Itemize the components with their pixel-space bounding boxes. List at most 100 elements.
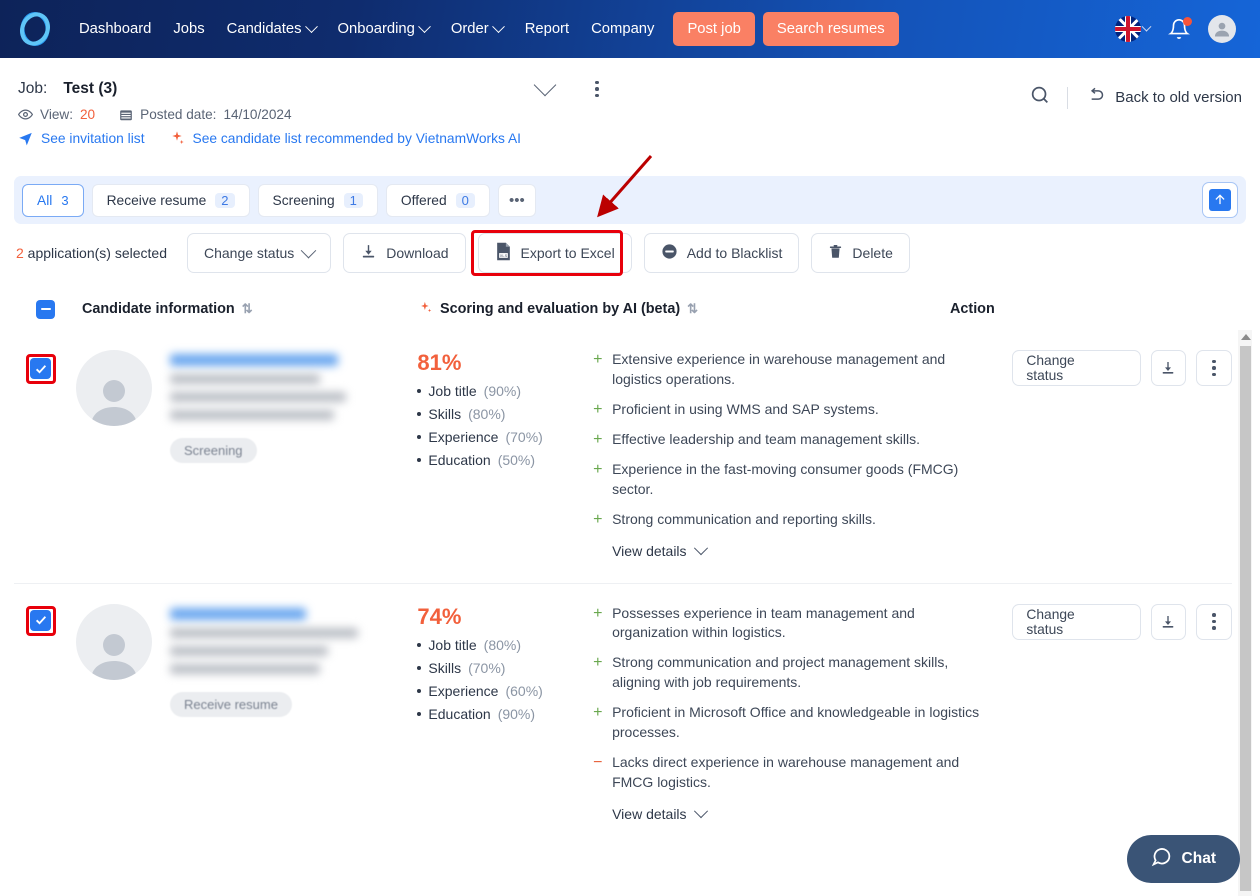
tab-offered[interactable]: Offered 0 [385, 183, 490, 217]
job-expand-chevron-down-icon[interactable] [533, 73, 557, 97]
status-badge: Screening [170, 438, 257, 463]
nav-item-order[interactable]: Order [440, 15, 514, 43]
score-breakdown-item: Education (50%) [417, 452, 593, 468]
scrollbar-thumb[interactable] [1240, 346, 1251, 891]
nav-item-dashboard[interactable]: Dashboard [68, 15, 162, 43]
upload-icon [1209, 189, 1231, 211]
status-badge: Receive resume [170, 691, 292, 717]
view-details-label: View details [612, 542, 687, 559]
nav-item-company[interactable]: Company [580, 15, 665, 43]
chat-widget-button[interactable]: Chat [1126, 835, 1240, 883]
row-more-button[interactable] [1196, 603, 1232, 640]
vietnamworks-logo-icon[interactable] [18, 12, 52, 46]
score-breakdown-item: Experience (60%) [417, 683, 593, 699]
plus-sign-icon: + [593, 604, 603, 622]
score-value: (60%) [505, 682, 543, 699]
row-more-button[interactable] [1196, 350, 1232, 386]
vertical-scrollbar[interactable] [1238, 330, 1252, 896]
search-resumes-button[interactable]: Search resumes [762, 12, 899, 46]
nav-item-jobs[interactable]: Jobs [162, 15, 215, 43]
change-status-label: Change status [1026, 353, 1075, 383]
change-status-button[interactable]: Change status [1012, 350, 1141, 386]
view-details-label: View details [612, 805, 687, 822]
selected-count-text: 2 application(s) selected [16, 245, 167, 261]
ai-sparkle-icon [418, 300, 433, 319]
export-to-excel-label: Export to Excel [520, 245, 615, 261]
tab-more-button[interactable]: ••• [497, 183, 536, 217]
evaluation-text: Effective leadership and team management… [612, 430, 920, 447]
nav-item-candidates[interactable]: Candidates [216, 15, 327, 43]
calendar-icon [119, 108, 133, 122]
change-status-button[interactable]: Change status [1012, 603, 1141, 640]
nav-item-report[interactable]: Report [514, 15, 580, 43]
column-header-candidate-information: Candidate information ⇅ [82, 301, 253, 317]
change-status-label: Change status [203, 245, 295, 261]
add-to-blacklist-label: Add to Blacklist [686, 245, 783, 261]
score-label: Skills [428, 659, 462, 676]
nav-item-onboarding[interactable]: Onboarding [327, 15, 440, 43]
select-all-checkbox[interactable] [36, 299, 55, 319]
bulk-action-toolbar: 2 application(s) selected Change status … [16, 233, 1246, 273]
chevron-down-icon [1141, 21, 1152, 32]
chevron-down-icon [304, 19, 318, 33]
candidate-name-redacted[interactable] [170, 607, 306, 620]
evaluation-item: + Strong communication and reporting skil… [593, 510, 992, 530]
plus-sign-icon: + [593, 400, 603, 418]
user-avatar-icon[interactable] [1208, 15, 1236, 43]
notification-bell-icon[interactable] [1168, 17, 1192, 40]
job-links-row: See invitation list See candidate list r… [0, 122, 1260, 146]
see-invitation-list-link[interactable]: See invitation list [41, 131, 145, 146]
candidate-meta-redacted [170, 627, 358, 638]
view-details-button[interactable]: View details [593, 803, 992, 822]
tab-screening[interactable]: Screening 1 [257, 183, 378, 217]
download-button[interactable]: Download [343, 233, 466, 273]
sort-arrows-icon[interactable]: ⇅ [687, 301, 698, 317]
download-cv-button[interactable] [1150, 350, 1187, 386]
column-label: Candidate information [82, 301, 235, 317]
delete-button[interactable]: Delete [811, 233, 910, 273]
status-tabs-bar: All 3 Receive resume 2 Screening 1 Offer… [14, 176, 1246, 224]
row-checkbox[interactable] [30, 609, 51, 631]
back-to-old-version-button[interactable]: Back to old version [1084, 85, 1242, 110]
see-ai-recommended-link[interactable]: See candidate list recommended by Vietna… [193, 131, 521, 146]
trash-icon [828, 243, 843, 263]
scroll-up-arrow-icon[interactable] [1241, 334, 1251, 340]
tab-count: 3 [61, 192, 69, 208]
chat-label: Chat [1181, 850, 1216, 867]
search-icon[interactable] [1029, 84, 1051, 111]
job-more-vertical-icon[interactable] [595, 80, 599, 98]
evaluation-cell: + Extensive experience in warehouse manag… [593, 350, 992, 559]
tab-receive-resume[interactable]: Receive resume 2 [91, 183, 250, 217]
evaluation-text: Possesses experience in team management … [612, 604, 915, 641]
action-cell: Change status [992, 350, 1232, 559]
change-status-bulk-button[interactable]: Change status [186, 233, 332, 273]
tab-all[interactable]: All 3 [22, 183, 84, 217]
export-to-excel-button[interactable]: XLS Export to Excel [477, 233, 632, 273]
nav-label: Report [524, 21, 570, 37]
selected-suffix: application(s) selected [23, 245, 167, 261]
table-row: Screening 81% Job title (90%) Skills (80%)… [14, 330, 1232, 584]
score-breakdown-item: Job title (90%) [417, 383, 593, 399]
row-checkbox[interactable] [30, 358, 51, 379]
export-upload-button[interactable] [1202, 182, 1238, 218]
back-to-old-version-label: Back to old version [1115, 89, 1242, 106]
sort-arrows-icon[interactable]: ⇅ [242, 301, 253, 317]
change-status-label: Change status [1026, 606, 1075, 637]
score-breakdown-item: Job title (80%) [417, 637, 593, 653]
candidate-meta-redacted [170, 392, 346, 402]
job-label: Job: [18, 80, 48, 97]
score-label: Job title [428, 383, 477, 399]
add-to-blacklist-button[interactable]: Add to Blacklist [643, 233, 800, 273]
action-cell: Change status [992, 603, 1232, 822]
score-label: Experience [428, 682, 499, 699]
chevron-down-icon [417, 19, 431, 33]
language-switcher[interactable] [1115, 16, 1152, 42]
view-details-button[interactable]: View details [593, 540, 992, 559]
excel-file-icon: XLS [495, 242, 512, 264]
view-count: 20 [80, 107, 96, 122]
post-job-button[interactable]: Post job [673, 12, 755, 46]
delete-label: Delete [852, 245, 893, 261]
candidate-name-redacted[interactable] [170, 354, 338, 366]
send-icon [18, 131, 33, 146]
download-cv-button[interactable] [1150, 603, 1187, 640]
